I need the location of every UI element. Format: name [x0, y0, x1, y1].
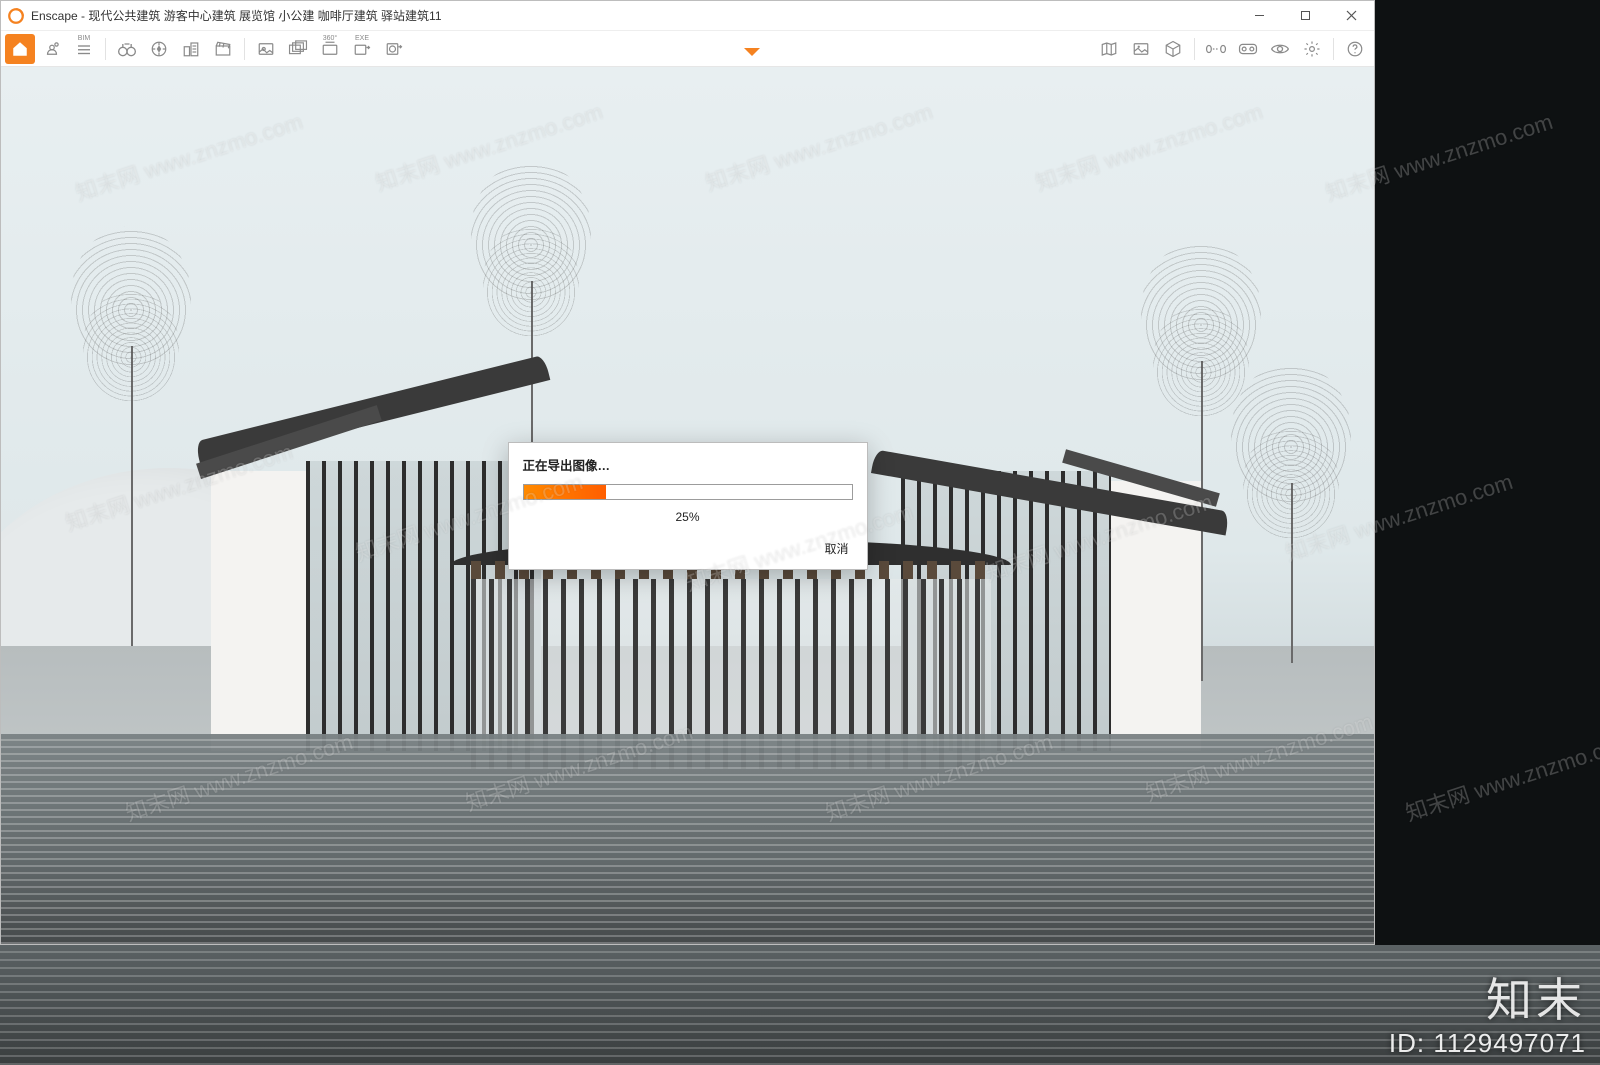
dialog-title: 正在导出图像…: [523, 455, 853, 474]
progress-bar-fill: [524, 485, 606, 499]
clapperboard-icon[interactable]: [208, 34, 238, 64]
cancel-button[interactable]: 取消: [820, 538, 852, 559]
toolbar: BIM 360° EXE: [1, 31, 1374, 67]
render-viewport[interactable]: 正在导出图像… 25% 取消: [1, 67, 1374, 944]
exe-export-icon[interactable]: EXE: [347, 34, 377, 64]
binoculars-icon[interactable]: [112, 34, 142, 64]
home-icon[interactable]: [5, 34, 35, 64]
scene-tree: [1291, 483, 1293, 663]
progress-percent-label: 25%: [523, 510, 853, 524]
progress-bar: [523, 484, 853, 500]
toolbar-separator: [244, 38, 245, 60]
cube-icon[interactable]: [1158, 34, 1188, 64]
web-export-icon[interactable]: [379, 34, 409, 64]
maximize-button[interactable]: [1282, 1, 1328, 30]
app-logo-icon: [7, 7, 25, 25]
app-window: Enscape - 现代公共建筑 游客中心建筑 展览馆 小公建 咖啡厅建筑 驿站…: [0, 0, 1375, 945]
pano-360-icon[interactable]: 360°: [315, 34, 345, 64]
map-icon[interactable]: [1094, 34, 1124, 64]
minimize-button[interactable]: [1236, 1, 1282, 30]
batch-render-icon[interactable]: [283, 34, 313, 64]
link-icon[interactable]: [37, 34, 67, 64]
scene-tree: [131, 346, 133, 646]
export-progress-dialog: 正在导出图像… 25% 取消: [508, 442, 868, 570]
eye-icon[interactable]: [1265, 34, 1295, 64]
close-button[interactable]: [1328, 1, 1374, 30]
toolbar-separator: [1194, 38, 1195, 60]
window-controls: [1236, 1, 1374, 30]
desktop-bottom-strip: [0, 945, 1600, 1065]
help-icon[interactable]: [1340, 34, 1370, 64]
gallery-icon[interactable]: [1126, 34, 1156, 64]
window-title: Enscape - 现代公共建筑 游客中心建筑 展览馆 小公建 咖啡厅建筑 驿站…: [31, 7, 1236, 24]
toolbar-separator: [105, 38, 106, 60]
compass-icon[interactable]: [144, 34, 174, 64]
titlebar: Enscape - 现代公共建筑 游客中心建筑 展览馆 小公建 咖啡厅建筑 驿站…: [1, 1, 1374, 31]
toolbar-separator: [1333, 38, 1334, 60]
scene-water: [1, 734, 1374, 944]
compare-icon[interactable]: [1201, 34, 1231, 64]
buildings-icon[interactable]: [176, 34, 206, 64]
bim-menu-icon[interactable]: BIM: [69, 34, 99, 64]
vr-headset-icon[interactable]: [1233, 34, 1263, 64]
settings-gear-icon[interactable]: [1297, 34, 1327, 64]
toolbar-expand-notch-icon[interactable]: [744, 48, 760, 56]
desktop-right-strip: [1375, 0, 1600, 1065]
screenshot-icon[interactable]: [251, 34, 281, 64]
